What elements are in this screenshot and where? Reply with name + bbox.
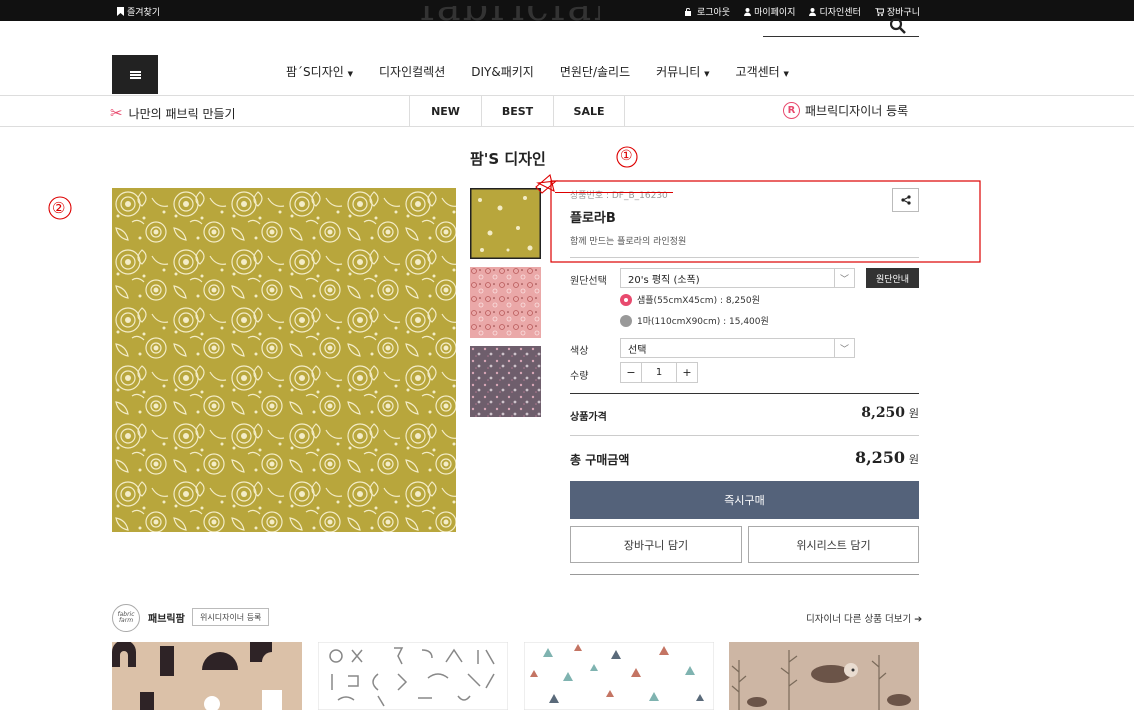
annotation-label-1: ①: [620, 148, 633, 164]
caret-down-icon: ▼: [347, 70, 353, 78]
related-product-4[interactable]: [729, 642, 919, 710]
mypage-label: 마이페이지: [754, 8, 796, 18]
product-code: 상품번호 : DF_B_16230: [570, 191, 668, 201]
related-product-2[interactable]: [318, 642, 508, 710]
color-label: 색상: [570, 346, 589, 357]
wish-designer-button[interactable]: 위시디자이너 등록: [192, 608, 270, 626]
designer-name: 패브릭팜: [148, 614, 185, 625]
size-option-sample[interactable]: 샘플(55cmX45cm) : 8,250원: [620, 293, 760, 306]
favorites-link[interactable]: 즐겨찾기: [117, 5, 160, 18]
search-input[interactable]: [763, 36, 919, 37]
divider: [570, 574, 919, 575]
quantity-decrease-button[interactable]: −: [621, 363, 641, 382]
tab-new[interactable]: NEW: [409, 96, 481, 126]
color-select[interactable]: 선택 ﹀: [620, 338, 855, 358]
product-subtitle: 함께 만드는 플로라의 라인정원: [570, 237, 687, 247]
design-center-link[interactable]: 디자인센터: [809, 5, 861, 18]
buy-now-button[interactable]: 즉시구매: [570, 481, 919, 519]
add-cart-button[interactable]: 장바구니 담기: [570, 526, 742, 563]
related-product-1[interactable]: [112, 642, 302, 710]
tab-sale[interactable]: SALE: [553, 96, 625, 126]
fabric-select-value: 20's 평직 (소폭): [628, 274, 700, 286]
product-main-image: [112, 188, 456, 532]
divider: [570, 393, 919, 394]
chevron-down-icon: ﹀: [834, 269, 854, 287]
nav-item-community[interactable]: 커뮤니티 ▼: [656, 63, 709, 80]
nav-item-collection[interactable]: 디자인컬렉션: [379, 63, 445, 80]
thumbnail-yellow[interactable]: [470, 188, 541, 259]
radio-icon: [620, 314, 632, 327]
nav-item-diy[interactable]: DIY&패키지: [471, 63, 534, 80]
page-title: 팜'S 디자인: [470, 150, 546, 168]
mypage-link[interactable]: 마이페이지: [744, 5, 795, 18]
tab-best[interactable]: BEST: [481, 96, 553, 126]
fabric-select[interactable]: 20's 평직 (소폭) ﹀: [620, 268, 855, 288]
cart-label: 장바구니: [886, 8, 920, 18]
chevron-down-icon: ﹀: [834, 339, 854, 357]
site-logo[interactable]: fabricfarm: [420, 6, 600, 30]
radio-selected-icon: [620, 293, 632, 306]
logo-text: fabricfarm: [420, 6, 600, 30]
won-unit: 원: [908, 453, 919, 466]
annotation-label-2: ②: [52, 199, 66, 217]
cart-link[interactable]: 장바구니: [874, 5, 920, 18]
design-center-label: 디자인센터: [819, 8, 861, 18]
fabric-label: 원단선택: [570, 276, 607, 287]
thumbnail-pink[interactable]: [470, 267, 541, 338]
related-product-3[interactable]: [524, 642, 714, 710]
price-display: 8,250 원: [861, 405, 919, 421]
quantity-value[interactable]: 1: [641, 363, 677, 382]
make-fabric-label: 나만의 패브릭 만들기: [128, 106, 236, 121]
bookmark-icon: [117, 7, 124, 16]
share-button[interactable]: [892, 188, 919, 212]
nav-item-farm-design[interactable]: 팜´S디자인 ▼: [286, 63, 353, 80]
more-products-link[interactable]: 디자이너 다른 상품 더보기 ➔: [806, 611, 922, 625]
won-unit: 원: [908, 407, 919, 420]
main-nav: 팜´S디자인 ▼ 디자인컬렉션 DIY&패키지 면원단/솔리드 커뮤니티 ▼ 고…: [286, 63, 789, 80]
annotation-strike: [555, 192, 673, 193]
divider: [570, 435, 919, 436]
scissors-icon: ✂: [110, 104, 123, 122]
quantity-increase-button[interactable]: +: [677, 363, 697, 382]
logout-link[interactable]: 로그아웃: [684, 5, 731, 18]
size-option-label: 1마(110cmX90cm) : 15,400원: [637, 317, 769, 327]
hamburger-icon: [129, 70, 141, 73]
designer-register-link[interactable]: R 패브릭디자이너 등록: [783, 102, 908, 119]
add-wishlist-button[interactable]: 위시리스트 담기: [748, 526, 919, 563]
divider: [0, 126, 1134, 127]
size-option-label: 샘플(55cmX45cm) : 8,250원: [637, 296, 760, 306]
size-option-yard[interactable]: 1마(110cmX90cm) : 15,400원: [620, 314, 769, 327]
registered-icon: R: [783, 102, 800, 119]
designer-avatar[interactable]: fabric farm: [112, 604, 140, 632]
fabric-guide-button[interactable]: 원단안내: [866, 268, 919, 288]
product-tabs: NEW BEST SALE: [409, 96, 625, 126]
favorites-label: 즐겨찾기: [127, 8, 161, 18]
nav-item-support[interactable]: 고객센터 ▼: [736, 63, 789, 80]
product-name: 플로라B: [570, 211, 616, 226]
total-label: 총 구매금액: [570, 453, 630, 467]
quantity-stepper: − 1 +: [620, 362, 698, 383]
user-icon: [809, 7, 817, 16]
quantity-label: 수량: [570, 371, 589, 382]
logout-label: 로그아웃: [696, 8, 731, 18]
price-label: 상품가격: [570, 412, 607, 423]
color-select-value: 선택: [628, 344, 647, 356]
user-icon: [744, 7, 752, 16]
make-fabric-link[interactable]: ✂ 나만의 패브릭 만들기: [110, 104, 236, 122]
share-icon: [900, 195, 911, 205]
divider: [570, 257, 919, 258]
thumbnail-grey[interactable]: [470, 346, 541, 417]
cart-icon: [874, 7, 884, 16]
menu-button[interactable]: [112, 55, 158, 94]
caret-down-icon: ▼: [704, 70, 710, 78]
designer-register-label: 패브릭디자이너 등록: [805, 104, 909, 118]
price-value: 8,250: [861, 405, 906, 421]
caret-down-icon: ▼: [783, 70, 789, 78]
search-icon[interactable]: [890, 18, 906, 34]
nav-item-solid[interactable]: 면원단/솔리드: [560, 63, 630, 80]
total-value: 8,250: [854, 448, 906, 467]
lock-icon: [684, 7, 691, 16]
total-display: 8,250 원: [855, 448, 919, 467]
